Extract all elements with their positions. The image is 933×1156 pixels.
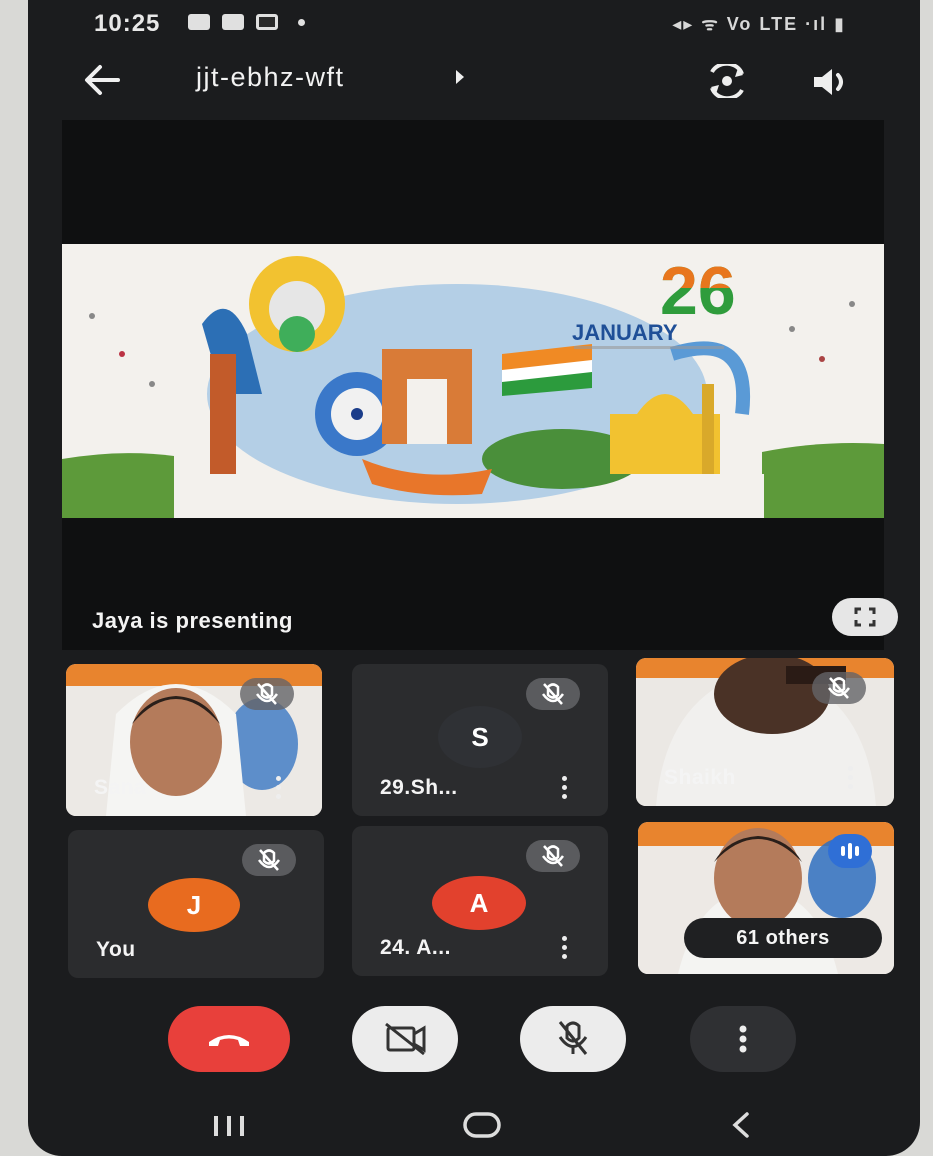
home-icon[interactable] — [460, 1110, 504, 1140]
status-indicators: ◂▸ ᯤ Vo LTE ·ıl ▮ — [672, 14, 846, 34]
muted-badge — [242, 844, 296, 876]
participant-name: Sana — [94, 776, 147, 799]
mic-off-icon — [827, 677, 851, 699]
status-time: 10:25 — [94, 10, 161, 37]
muted-badge — [812, 672, 866, 704]
participant-name: You — [96, 938, 136, 961]
participant-tile-others[interactable]: 61 others — [638, 822, 894, 974]
camera-toggle-button[interactable] — [352, 1006, 458, 1072]
fullscreen-button[interactable] — [832, 598, 898, 636]
muted-badge — [526, 678, 580, 710]
republic-day-illustration: 26 26 JANUARY — [62, 244, 884, 518]
participant-tile-you[interactable]: J You — [68, 830, 324, 978]
slide-month: JANUARY — [572, 320, 678, 345]
gallery-notification-icon — [222, 14, 244, 30]
end-call-button[interactable] — [168, 1006, 290, 1072]
muted-badge — [526, 840, 580, 872]
participant-avatar: A — [432, 876, 526, 930]
back-arrow-icon[interactable] — [82, 62, 122, 98]
mic-off-icon — [558, 1021, 588, 1055]
participant-more-icon[interactable] — [562, 776, 568, 800]
participant-more-icon[interactable] — [562, 936, 568, 960]
more-options-button[interactable] — [690, 1006, 796, 1072]
camera-off-icon — [385, 1022, 426, 1056]
switch-camera-icon[interactable] — [704, 64, 750, 98]
participant-avatar: J — [148, 878, 240, 932]
presenting-label: Jaya is presenting — [92, 608, 293, 633]
notification-icon — [188, 14, 210, 30]
presentation-slide: 26 26 JANUARY — [62, 244, 884, 518]
hang-up-icon — [209, 1035, 249, 1046]
speaker-icon[interactable] — [810, 66, 854, 98]
more-vert-icon — [739, 1025, 747, 1053]
system-navigation-bar — [28, 1092, 920, 1156]
presentation-stage: 26 26 JANUARY Jaya is presenting — [62, 120, 898, 650]
participant-tile-24-a[interactable]: A 24. A... — [352, 826, 608, 976]
meeting-code[interactable]: jjt-ebhz-wft — [196, 62, 345, 93]
recents-icon[interactable] — [210, 1114, 250, 1138]
nav-back-icon[interactable] — [726, 1110, 756, 1140]
participant-avatar: S — [438, 706, 522, 768]
fullscreen-icon — [854, 607, 876, 627]
screen-record-icon — [256, 14, 278, 30]
participant-more-icon[interactable] — [276, 776, 282, 800]
meeting-details-chevron-icon[interactable] — [456, 70, 464, 84]
participant-more-icon[interactable] — [848, 766, 854, 790]
muted-badge — [240, 678, 294, 710]
participant-name: 29.Sh... — [380, 776, 458, 799]
call-controls — [28, 1000, 920, 1080]
mic-off-icon — [255, 683, 279, 705]
mic-off-icon — [541, 683, 565, 705]
participant-name: Shaikh — [664, 766, 736, 789]
more-notifications-dot-icon — [298, 18, 305, 26]
status-bar: 10:25 ◂▸ ᯤ Vo LTE ·ıl ▮ — [28, 0, 920, 46]
phone-screen: 10:25 ◂▸ ᯤ Vo LTE ·ıl ▮ jjt-ebhz-wft 26 … — [28, 0, 920, 1156]
participant-name: 24. A... — [380, 936, 451, 959]
notification-icons — [188, 14, 305, 30]
participant-tile-sana[interactable]: Sana — [66, 664, 322, 816]
others-count-pill[interactable]: 61 others — [684, 918, 882, 958]
mic-off-icon — [257, 849, 281, 871]
speaking-indicator-icon — [828, 834, 872, 868]
microphone-toggle-button[interactable] — [520, 1006, 626, 1072]
mic-off-icon — [541, 845, 565, 867]
participant-tile-shaikh[interactable]: Shaikh — [636, 658, 894, 806]
participant-tile-29-sh[interactable]: S 29.Sh... — [352, 664, 608, 816]
app-bar: jjt-ebhz-wft — [28, 50, 920, 110]
